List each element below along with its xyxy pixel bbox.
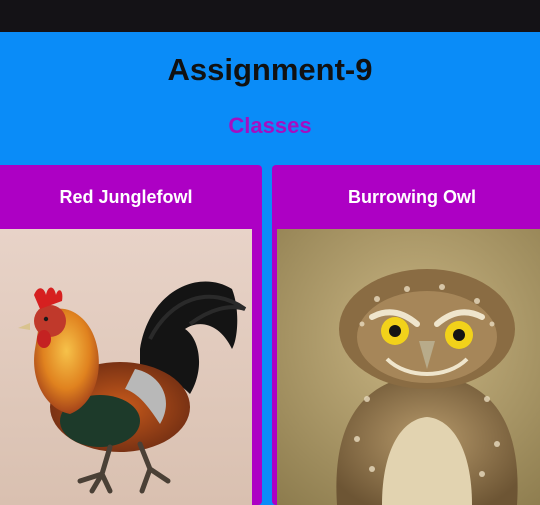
burrowing-owl-image bbox=[277, 229, 540, 505]
browser-top-bar bbox=[0, 0, 540, 32]
bird-card-burrowing-owl[interactable]: Burrowing Owl bbox=[272, 165, 540, 505]
red-junglefowl-image bbox=[0, 229, 257, 505]
section-title: Classes bbox=[228, 113, 312, 138]
page-title: Assignment-9 bbox=[167, 52, 373, 87]
card-title: Red Junglefowl bbox=[59, 186, 193, 207]
bird-card-red-junglefowl[interactable]: Red Junglefowl bbox=[0, 165, 262, 505]
card-title: Burrowing Owl bbox=[348, 186, 476, 207]
